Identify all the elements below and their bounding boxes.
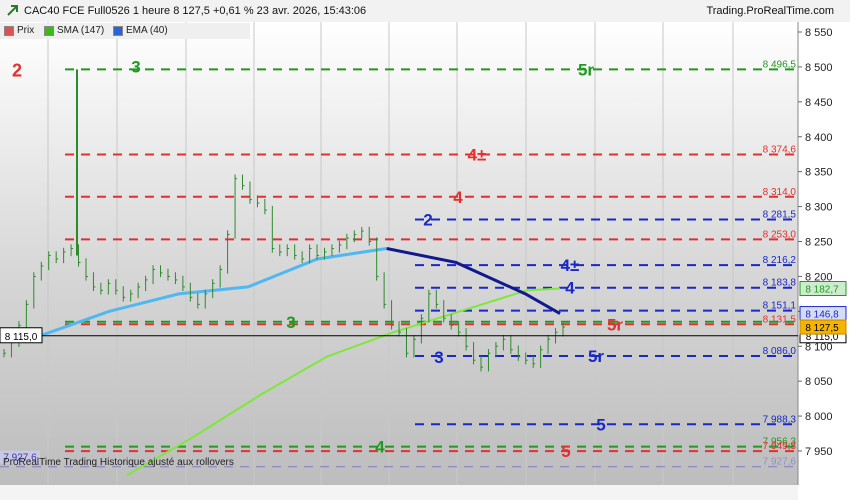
- y-tick-label: 8 450: [805, 97, 833, 109]
- y-tick-label: 8 400: [805, 132, 833, 144]
- level-label: 7 988,3: [763, 414, 797, 425]
- y-tick-label: 8 300: [805, 202, 833, 214]
- level-label: 8 374,6: [763, 144, 797, 155]
- y-tick-label: 8 250: [805, 237, 833, 249]
- level-tag-left: 3: [434, 348, 443, 367]
- level-label: 8 496,5: [763, 59, 797, 70]
- level-tag: 5r: [588, 347, 604, 366]
- legend-swatch-sma: [44, 25, 54, 36]
- current-price-label: 8 127,5: [805, 323, 839, 334]
- x-axis-panel: [0, 485, 798, 500]
- level-label: 8 183,8: [763, 278, 797, 289]
- level-label: 8 086,0: [763, 346, 797, 357]
- price-chart[interactable]: 14151617202122232427288 5508 5008 4508 4…: [0, 22, 850, 500]
- footer-note: ProRealTime Trading Historique ajusté au…: [3, 457, 234, 468]
- legend-item-prix[interactable]: Prix: [4, 25, 34, 36]
- level-tag: 4: [565, 279, 575, 298]
- level-tag: 2: [423, 211, 432, 230]
- level-tag: 5: [596, 415, 605, 434]
- legend-label-prix: Prix: [17, 25, 35, 36]
- plot-background: [0, 22, 798, 485]
- chart-header-bar: CAC40 FCE Full0526 1 heure 8 127,5 +0,61…: [0, 0, 850, 23]
- y-tick-label: 8 550: [805, 27, 833, 39]
- level-tag: 5: [561, 442, 570, 461]
- level-tag: 4: [375, 438, 385, 457]
- legend-label-sma: SMA (147): [57, 25, 105, 36]
- y-tick-label: 8 350: [805, 167, 833, 179]
- level-tag-left: 3: [131, 57, 140, 76]
- level-tag: 5r: [607, 315, 623, 334]
- level-label: 7 927,6: [763, 457, 797, 468]
- legend-label-ema: EMA (40): [126, 25, 168, 36]
- legend-swatch-prix: [4, 25, 14, 36]
- level-label: 7 949,8: [763, 441, 797, 452]
- y-axis-panel: [798, 22, 850, 500]
- level-tag: 4: [453, 188, 463, 207]
- legend-item-sma[interactable]: SMA (147): [44, 25, 104, 36]
- y-tick-label: 8 050: [805, 376, 833, 388]
- left-price-label: 8 115,0: [5, 332, 38, 343]
- level-label: 8 216,2: [763, 255, 797, 266]
- level-tag: 4±: [468, 145, 487, 164]
- trend-arrow-icon: [7, 5, 18, 16]
- axis-price-badge-label: 8 146,8: [805, 310, 839, 321]
- level-tag-left: 2: [12, 60, 22, 80]
- level-label: 8 281,5: [763, 210, 797, 221]
- indicator-legend: Prix SMA (147) EMA (40): [0, 23, 250, 39]
- legend-swatch-ema: [113, 25, 123, 36]
- level-label: 8 151,1: [763, 301, 797, 312]
- y-tick-label: 8 500: [805, 62, 833, 74]
- y-tick-label: 7 950: [805, 446, 833, 458]
- brand-label: Trading.ProRealTime.com: [706, 5, 834, 17]
- y-tick-label: 8 000: [805, 411, 833, 423]
- axis-price-badge-label: 8 182,7: [805, 284, 839, 295]
- level-label: 8 314,0: [763, 187, 797, 198]
- level-tag: 4±: [561, 256, 580, 275]
- level-tag: 5r: [578, 60, 594, 79]
- level-tag: 3: [286, 313, 295, 332]
- level-label: 8 131,5: [763, 314, 797, 325]
- level-label: 8 253,0: [763, 229, 797, 240]
- legend-item-ema[interactable]: EMA (40): [113, 25, 168, 36]
- instrument-title: CAC40 FCE Full0526 1 heure 8 127,5 +0,61…: [24, 5, 367, 17]
